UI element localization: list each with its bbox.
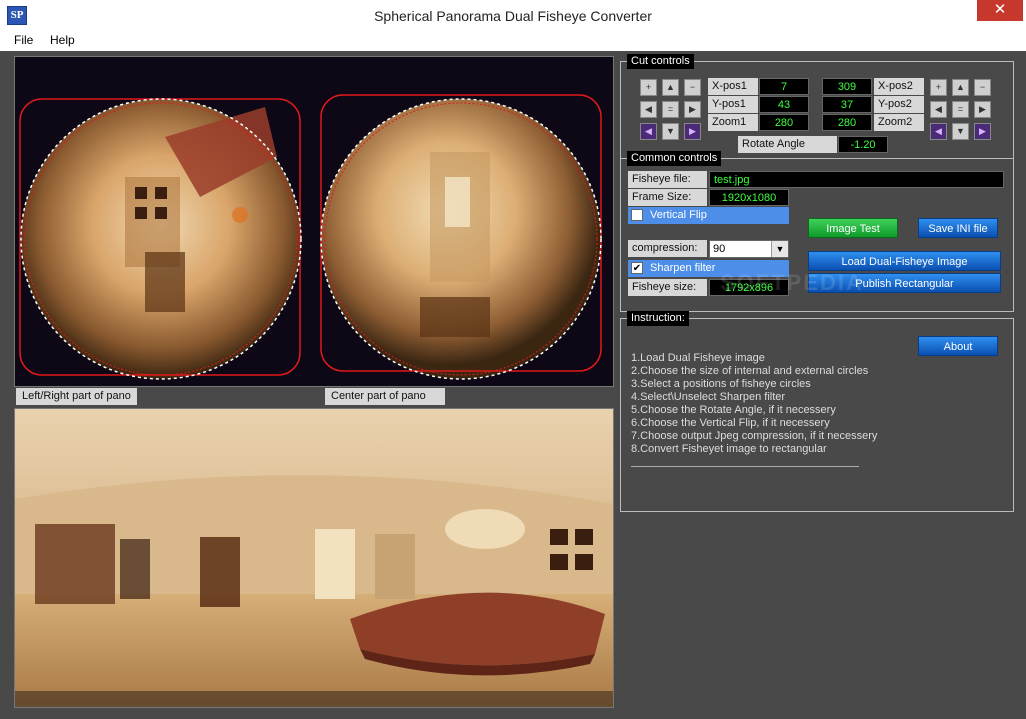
menu-file[interactable]: File <box>14 33 33 47</box>
zoom-in-icon-1[interactable]: + <box>640 79 657 96</box>
zoom2-value[interactable]: 280 <box>822 114 872 131</box>
instruction-line-8: 8.Convert Fisheyet image to rectangular <box>631 443 827 455</box>
load-dual-fisheye-button[interactable]: Load Dual-Fisheye Image <box>808 251 1001 271</box>
sharpen-filter-label: Sharpen filter <box>650 262 716 274</box>
xpos1-value[interactable]: 7 <box>759 78 809 95</box>
zoom-out-icon-1[interactable]: − <box>684 79 701 96</box>
instruction-line-1: 1.Load Dual Fisheye image <box>631 352 765 364</box>
fisheye-size-label: Fisheye size: <box>628 279 707 296</box>
instruction-divider <box>631 466 859 467</box>
move-down-icon-2[interactable]: ▼ <box>952 123 969 140</box>
instruction-line-3: 3.Select a positions of fisheye circles <box>631 378 811 390</box>
move-left-icon-1[interactable]: ◀ <box>640 101 657 118</box>
watermark: SOFTPEDIA <box>720 270 864 295</box>
center-icon-2[interactable]: = <box>952 101 969 118</box>
compression-label: compression: <box>628 240 707 257</box>
vertical-flip-box[interactable] <box>631 209 643 221</box>
common-controls-title: Common controls <box>627 151 722 166</box>
menu-help[interactable]: Help <box>50 33 75 47</box>
shrink-icon-2[interactable]: ◀ <box>930 123 947 140</box>
image-test-button[interactable]: Image Test <box>808 218 898 238</box>
frame-size-label: Frame Size: <box>628 189 707 206</box>
center-icon-1[interactable]: = <box>662 101 679 118</box>
xpos1-label: X-pos1 <box>708 78 758 95</box>
zoom1-value[interactable]: 280 <box>759 114 809 131</box>
compression-value: 90 <box>713 243 726 255</box>
panorama-image <box>15 409 613 707</box>
fisheye-image <box>15 57 613 386</box>
expand-icon-1[interactable]: ▶ <box>684 123 701 140</box>
zoom-in-icon-2[interactable]: + <box>930 79 947 96</box>
compression-select[interactable]: 90 ▼ <box>709 240 789 258</box>
xpos2-value[interactable]: 309 <box>822 78 872 95</box>
instruction-line-6: 6.Choose the Vertical Flip, if it necess… <box>631 417 830 429</box>
shrink-icon-1[interactable]: ◀ <box>640 123 657 140</box>
rotate-angle-label: Rotate Angle <box>738 136 837 153</box>
vertical-flip-label: Vertical Flip <box>650 209 707 221</box>
zoom2-label: Zoom2 <box>874 114 924 131</box>
ypos2-label: Y-pos2 <box>874 96 924 113</box>
ypos2-value[interactable]: 37 <box>822 96 872 113</box>
about-button[interactable]: About <box>918 336 998 356</box>
move-left-icon-2[interactable]: ◀ <box>930 101 947 118</box>
window-title: Spherical Panorama Dual Fisheye Converte… <box>374 8 652 24</box>
chevron-down-icon[interactable]: ▼ <box>771 241 788 257</box>
move-right-icon-1[interactable]: ▶ <box>684 101 701 118</box>
cut-controls-title: Cut controls <box>627 54 694 69</box>
menu-bar: File Help <box>0 30 1026 51</box>
move-up-icon-1[interactable]: ▲ <box>662 79 679 96</box>
sharpen-filter-box[interactable]: ✔ <box>631 262 643 274</box>
title-bar: SP Spherical Panorama Dual Fisheye Conve… <box>0 0 1026 31</box>
xpos2-label: X-pos2 <box>874 78 924 95</box>
expand-icon-2[interactable]: ▶ <box>974 123 991 140</box>
fisheye-preview[interactable] <box>14 56 614 387</box>
instruction-line-2: 2.Choose the size of internal and extern… <box>631 365 869 377</box>
move-up-icon-2[interactable]: ▲ <box>952 79 969 96</box>
instruction-title: Instruction: <box>627 311 689 326</box>
ypos1-label: Y-pos1 <box>708 96 758 113</box>
rotate-angle-value[interactable]: -1.20 <box>838 136 888 153</box>
move-down-icon-1[interactable]: ▼ <box>662 123 679 140</box>
instruction-line-5: 5.Choose the Rotate Angle, if it necesse… <box>631 404 836 416</box>
move-right-icon-2[interactable]: ▶ <box>974 101 991 118</box>
panorama-preview[interactable] <box>14 408 614 708</box>
fisheye-file-label: Fisheye file: <box>628 171 707 188</box>
instruction-line-4: 4.Select\Unselect Sharpen filter <box>631 391 786 403</box>
save-ini-button[interactable]: Save INI file <box>918 218 998 238</box>
center-label: Center part of pano <box>325 388 445 405</box>
left-right-label: Left/Right part of pano <box>16 388 137 405</box>
vertical-flip-checkbox[interactable]: Vertical Flip <box>628 207 789 224</box>
zoom-out-icon-2[interactable]: − <box>974 79 991 96</box>
zoom1-label: Zoom1 <box>708 114 758 131</box>
close-button[interactable]: ✕ <box>977 0 1023 21</box>
ypos1-value[interactable]: 43 <box>759 96 809 113</box>
frame-size-value[interactable]: 1920x1080 <box>709 189 789 206</box>
fisheye-file-value[interactable]: test.jpg <box>709 171 1004 188</box>
instruction-line-7: 7.Choose output Jpeg compression, if it … <box>631 430 878 442</box>
